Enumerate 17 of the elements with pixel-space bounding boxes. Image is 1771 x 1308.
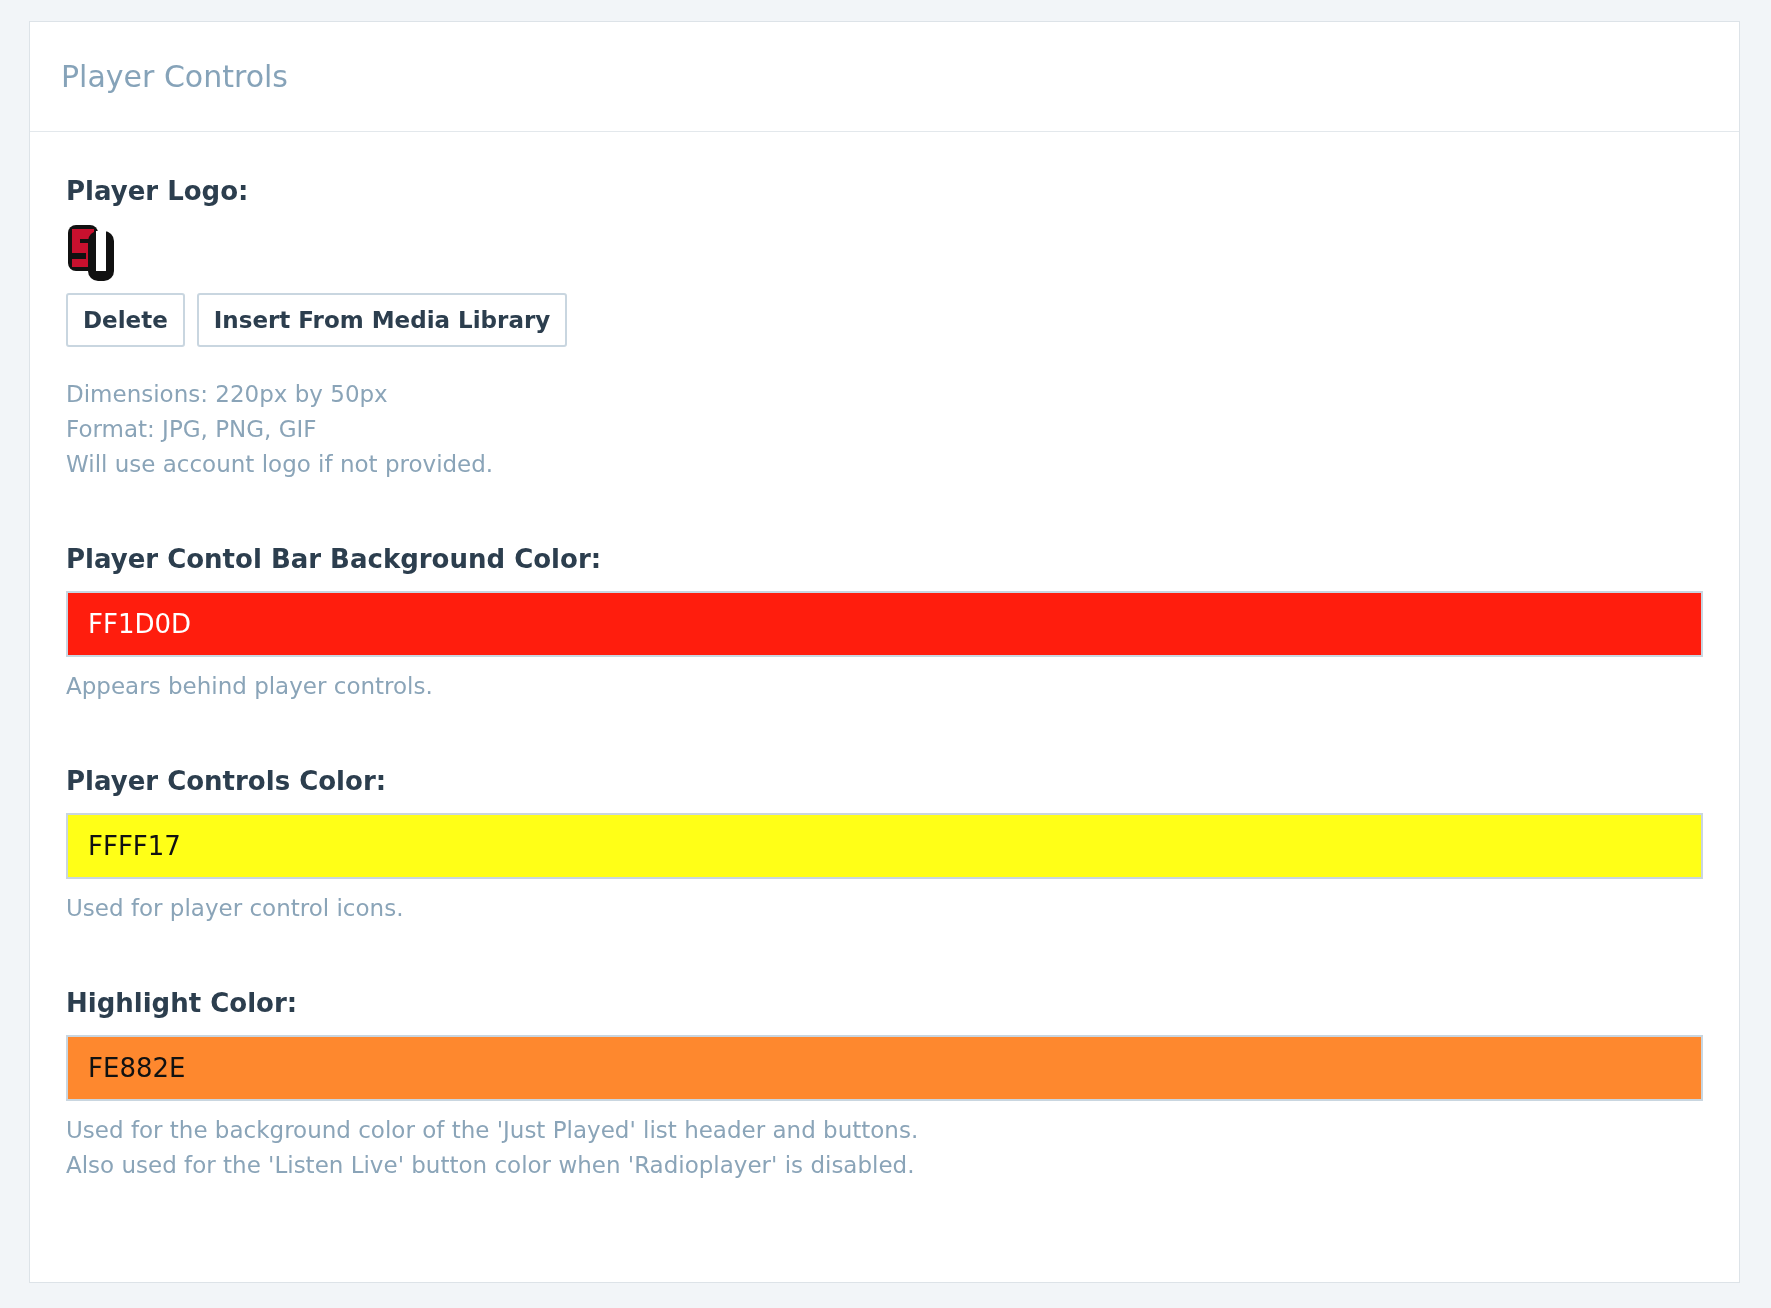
color-input[interactable]: FE882E bbox=[66, 1035, 1703, 1101]
delete-button[interactable]: Delete bbox=[66, 293, 185, 347]
color-input[interactable]: FFFF17 bbox=[66, 813, 1703, 879]
help-text: Dimensions: 220px by 50px bbox=[66, 380, 389, 409]
field-label: Player Controls Color: bbox=[66, 765, 388, 798]
help-text: Also used for the 'Listen Live' button color when 'Radioplayer' is disabled. bbox=[66, 1151, 916, 1180]
help-text: Format: JPG, PNG, GIF bbox=[66, 415, 318, 444]
help-text: Used for player control icons. bbox=[66, 894, 405, 923]
color-input[interactable]: FF1D0D bbox=[66, 591, 1703, 657]
field-label: Player Contol Bar Background Color: bbox=[66, 543, 603, 576]
help-text: Will use account logo if not provided. bbox=[66, 450, 495, 479]
field-label: Highlight Color: bbox=[66, 987, 299, 1020]
field-label: Player Logo: bbox=[66, 175, 250, 208]
insert-media-button[interactable]: Insert From Media Library bbox=[196, 293, 568, 347]
panel-title: Player Controls bbox=[61, 58, 288, 96]
help-text: Appears behind player controls. bbox=[66, 672, 434, 701]
help-text: Used for the background color of the 'Just Played' list header and buttons. bbox=[66, 1116, 920, 1145]
